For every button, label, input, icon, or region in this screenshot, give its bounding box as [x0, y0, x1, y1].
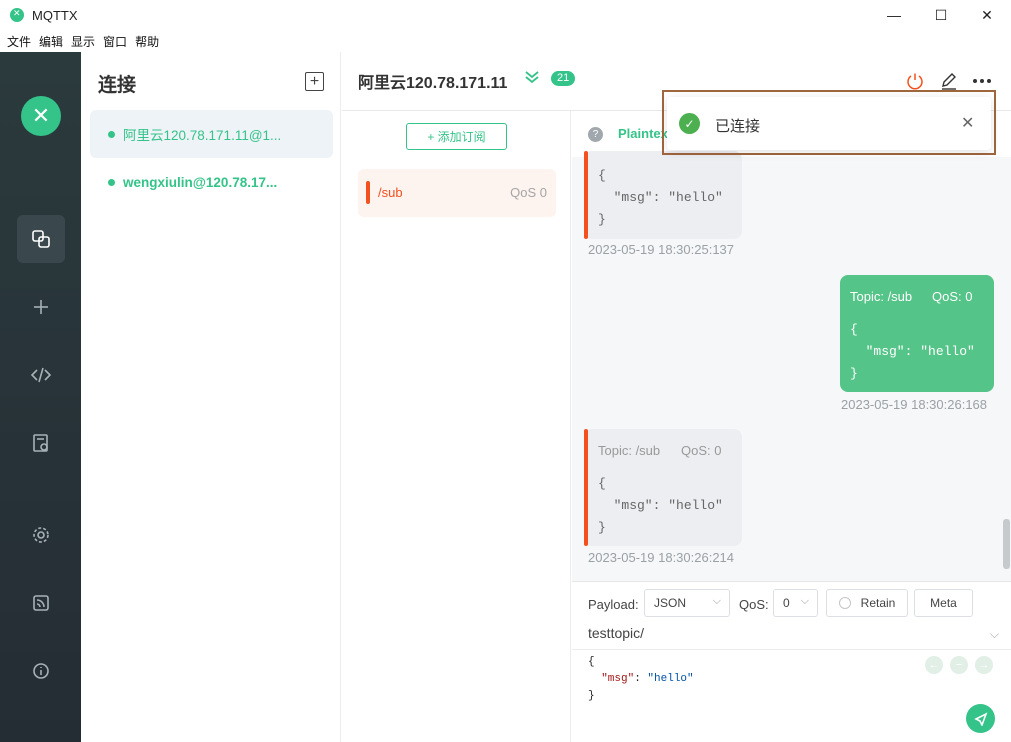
- send-button[interactable]: [966, 704, 995, 733]
- connected-status-dot: [108, 178, 115, 186]
- more-options-icon[interactable]: [971, 70, 993, 92]
- window-title: MQTTX: [32, 7, 78, 23]
- payload-type-tab[interactable]: Plaintex: [618, 126, 668, 141]
- code-brace: }: [588, 690, 595, 702]
- history-clear-icon[interactable]: −: [950, 656, 968, 674]
- code-value: "hello": [647, 673, 694, 685]
- code-brace: {: [588, 656, 595, 668]
- payload-format-select[interactable]: JSON ⌵: [644, 589, 730, 617]
- qos-label: QoS:: [739, 597, 769, 612]
- code-colon: :: [634, 673, 648, 685]
- message-edge-bar: [584, 429, 588, 546]
- code-key: "msg": [601, 673, 635, 685]
- message-payload: { "msg": "hello" }: [598, 476, 723, 535]
- subscription-qos: QoS 0: [510, 185, 547, 200]
- collapse-chevron-icon[interactable]: [524, 70, 540, 87]
- message-payload: { "msg": "hello" }: [850, 322, 975, 381]
- mqttx-app-icon: [10, 8, 24, 22]
- message-timestamp: 2023-05-19 18:30:26:214: [588, 550, 735, 565]
- connection-label: 阿里云120.78.171.11@1...: [123, 128, 282, 143]
- messages-area: ? Plaintex { "msg": "hello" } 2023-05-19…: [572, 111, 1011, 581]
- about-info-icon[interactable]: [17, 647, 65, 695]
- message-timestamp: 2023-05-19 18:30:26:168: [841, 397, 988, 412]
- menu-file[interactable]: 文件: [7, 33, 31, 50]
- payload-label: Payload:: [588, 597, 639, 612]
- script-nav-icon[interactable]: [17, 351, 65, 399]
- connection-item-aliyun[interactable]: 阿里云120.78.171.11@1...: [90, 110, 333, 158]
- new-connection-nav-icon[interactable]: [17, 283, 65, 331]
- qos-value: 0: [783, 596, 790, 610]
- editor-divider: [572, 649, 1011, 650]
- connection-label: wengxiulin@120.78.17...: [123, 174, 278, 190]
- sent-message: Topic: /sub QoS: 0 { "msg": "hello" }: [840, 275, 994, 392]
- menu-window[interactable]: 窗口: [103, 33, 127, 50]
- connections-panel: 连接 + 阿里云120.78.171.11@1... wengxiulin@12…: [81, 52, 341, 742]
- history-back-icon[interactable]: ←: [925, 656, 943, 674]
- feed-nav-icon[interactable]: [17, 579, 65, 627]
- add-subscription-button[interactable]: + 添加订阅: [406, 123, 507, 150]
- retain-radio[interactable]: [838, 597, 851, 609]
- add-connection-button[interactable]: +: [305, 72, 324, 91]
- message-qos: QoS: 0: [932, 289, 973, 304]
- payload-format-value: JSON: [654, 596, 687, 610]
- message-payload: { "msg": "hello" }: [598, 168, 723, 227]
- success-check-icon: ✓: [679, 113, 700, 134]
- subscription-item[interactable]: /sub QoS 0: [358, 169, 556, 217]
- left-nav-rail: ✕: [0, 52, 81, 742]
- publish-panel: Payload: JSON ⌵ QoS: 0 ⌵ Retain Meta tes…: [572, 581, 1011, 742]
- menu-view[interactable]: 显示: [71, 33, 95, 50]
- message-topic: Topic: /sub: [598, 443, 661, 458]
- topic-input[interactable]: testtopic/: [588, 625, 644, 641]
- message-edge-bar: [584, 151, 588, 239]
- close-toast-icon[interactable]: ✕: [961, 113, 974, 133]
- message-topic: Topic: /sub: [850, 289, 913, 304]
- maximize-button[interactable]: ☐: [918, 0, 964, 30]
- message-qos: QoS: 0: [681, 443, 722, 458]
- payload-editor[interactable]: { "msg": "hello" }: [588, 654, 694, 705]
- edit-pencil-icon[interactable]: [938, 70, 960, 92]
- menu-bar: 文件 编辑 显示 窗口 帮助: [0, 30, 1011, 52]
- mqttx-logo-icon: ✕: [21, 96, 61, 136]
- subscription-topic: /sub: [378, 185, 403, 200]
- message-timestamp: 2023-05-19 18:30:25:137: [588, 242, 735, 257]
- received-message: Topic: /sub QoS: 0 { "msg": "hello" }: [584, 429, 742, 546]
- subscription-color-bar: [366, 181, 370, 204]
- log-nav-icon[interactable]: [17, 419, 65, 467]
- menu-help[interactable]: 帮助: [135, 33, 159, 50]
- menu-edit[interactable]: 编辑: [39, 33, 63, 50]
- connections-heading: 连接: [98, 75, 137, 96]
- meta-button[interactable]: Meta: [914, 589, 973, 617]
- history-forward-icon[interactable]: →: [975, 656, 993, 674]
- received-message: { "msg": "hello" }: [584, 151, 742, 239]
- connection-name: 阿里云120.78.171.11: [358, 75, 508, 92]
- retain-toggle[interactable]: Retain: [826, 589, 908, 617]
- toast-message: 已连接: [715, 118, 761, 135]
- chevron-down-icon: ⌵: [712, 595, 721, 607]
- subscriptions-panel: + 添加订阅 /sub QoS 0: [342, 111, 571, 742]
- connected-status-dot: [108, 130, 115, 138]
- close-window-button[interactable]: ✕: [964, 0, 1010, 30]
- disconnect-power-icon[interactable]: [904, 70, 926, 92]
- qos-select[interactable]: 0 ⌵: [773, 589, 818, 617]
- chevron-down-icon[interactable]: ⌵: [990, 627, 999, 642]
- retain-label: Retain: [860, 596, 896, 610]
- connections-nav-icon[interactable]: [17, 215, 65, 263]
- help-question-icon[interactable]: ?: [588, 127, 603, 142]
- settings-gear-icon[interactable]: [17, 511, 65, 559]
- connected-toast: ✓ 已连接 ✕: [667, 97, 991, 150]
- message-count-badge: 21: [551, 71, 576, 86]
- minimize-button[interactable]: —: [871, 0, 917, 30]
- messages-scrollbar[interactable]: [1003, 519, 1010, 569]
- chevron-down-icon: ⌵: [800, 595, 809, 607]
- title-bar: MQTTX — ☐ ✕: [0, 0, 1011, 30]
- connection-item-wengxiulin[interactable]: wengxiulin@120.78.17...: [90, 158, 333, 206]
